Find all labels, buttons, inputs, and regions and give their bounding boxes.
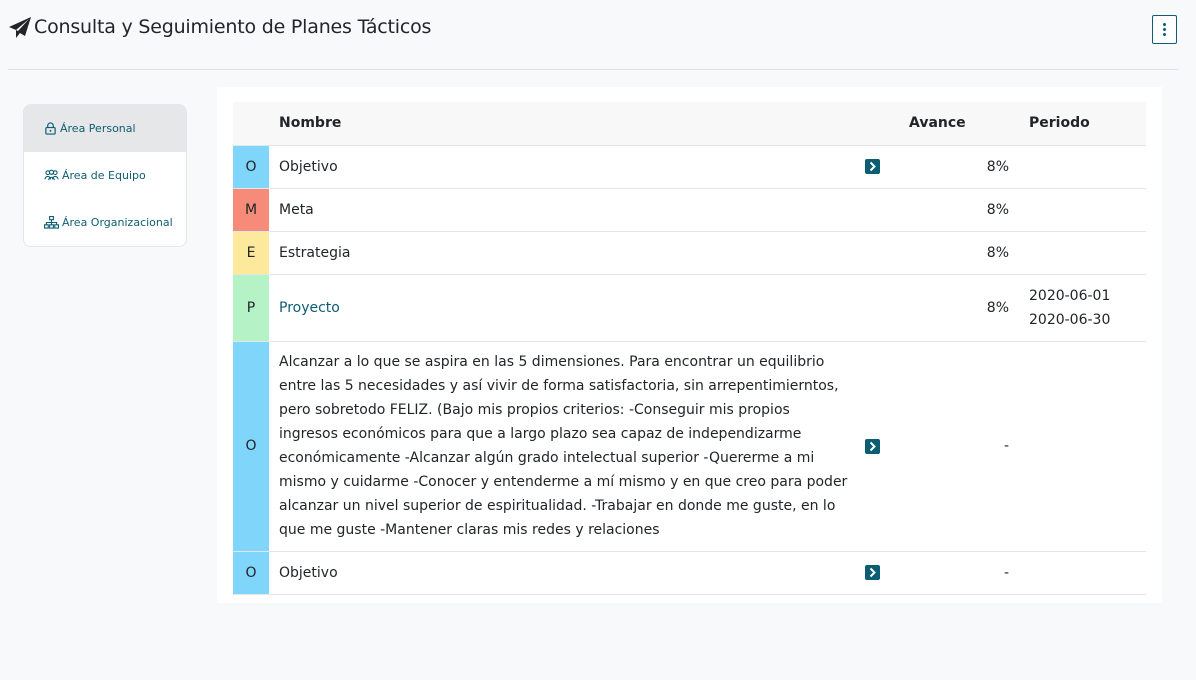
chevron-right-icon[interactable] (865, 438, 880, 454)
header-avance: Avance (909, 102, 1025, 146)
table-header-row: Nombre Avance Periodo (233, 102, 1146, 146)
sidebar-item-label: Área Organizacional (62, 216, 173, 229)
row-nav-cell (865, 341, 909, 552)
header-nombre: Nombre (269, 102, 865, 146)
chevron-right-icon[interactable] (865, 159, 880, 174)
row-avance: - (909, 551, 1025, 595)
table-row[interactable]: E Estrategia 8% (233, 231, 1146, 275)
type-badge: E (233, 231, 269, 275)
users-icon (44, 169, 59, 181)
header-type (233, 102, 269, 146)
table-row[interactable]: O Alcanzar a lo que se aspira en las 5 d… (233, 341, 1146, 552)
header-nav (865, 102, 909, 146)
row-nav-cell (865, 188, 909, 232)
periodo-end: 2020-06-30 (1029, 311, 1111, 328)
sidebar-item-area-organizacional[interactable]: Área Organizacional (24, 199, 186, 246)
row-avance: 8% (909, 274, 1025, 342)
row-name: Objetivo (269, 551, 865, 595)
row-periodo (1025, 188, 1146, 232)
sidebar: Área Personal Área de Equipo Área Organi… (23, 104, 187, 247)
plans-panel: Nombre Avance Periodo O Objetivo 8% M Me… (217, 87, 1162, 603)
row-avance: 8% (909, 231, 1025, 275)
type-badge: P (233, 274, 269, 342)
lock-icon (45, 122, 56, 135)
table-row[interactable]: O Objetivo 8% (233, 145, 1146, 189)
page-title: Consulta y Seguimiento de Planes Táctico… (34, 16, 432, 38)
row-nav-cell (865, 274, 909, 342)
more-options-button[interactable] (1152, 15, 1177, 44)
row-avance: 8% (909, 188, 1025, 232)
chevron-right-icon[interactable] (865, 565, 880, 580)
plans-table: Nombre Avance Periodo O Objetivo 8% M Me… (233, 102, 1146, 595)
sidebar-item-label: Área Personal (60, 122, 136, 135)
type-badge: M (233, 188, 269, 232)
row-periodo: 2020-06-01 2020-06-30 (1025, 274, 1146, 342)
row-nav-cell (865, 145, 909, 189)
row-periodo (1025, 551, 1146, 595)
sidebar-item-area-equipo[interactable]: Área de Equipo (24, 152, 186, 199)
row-name: Objetivo (269, 145, 865, 189)
table-row[interactable]: P Proyecto 8% 2020-06-01 2020-06-30 (233, 274, 1146, 342)
row-name: Estrategia (269, 231, 865, 275)
type-badge: O (233, 551, 269, 595)
sidebar-item-area-personal[interactable]: Área Personal (24, 105, 186, 152)
sidebar-item-label: Área de Equipo (62, 169, 146, 182)
type-badge: O (233, 145, 269, 189)
sitemap-icon (44, 216, 59, 229)
row-periodo (1025, 145, 1146, 189)
row-name: Meta (269, 188, 865, 232)
row-avance: - (909, 341, 1025, 552)
row-nav-cell (865, 551, 909, 595)
row-periodo (1025, 231, 1146, 275)
row-nav-cell (865, 231, 909, 275)
table-row[interactable]: O Objetivo - (233, 551, 1146, 595)
project-link[interactable]: Proyecto (279, 300, 340, 316)
row-name: Proyecto (269, 274, 865, 342)
page-header: Consulta y Seguimiento de Planes Táctico… (8, 0, 1178, 70)
periodo-start: 2020-06-01 (1029, 287, 1111, 304)
table-row[interactable]: M Meta 8% (233, 188, 1146, 232)
row-periodo (1025, 341, 1146, 552)
row-avance: 8% (909, 145, 1025, 189)
header-periodo: Periodo (1025, 102, 1146, 146)
paper-plane-icon (9, 17, 31, 38)
vertical-ellipsis-icon (1163, 23, 1166, 36)
row-name: Alcanzar a lo que se aspira en las 5 dim… (269, 341, 865, 552)
type-badge: O (233, 341, 269, 552)
